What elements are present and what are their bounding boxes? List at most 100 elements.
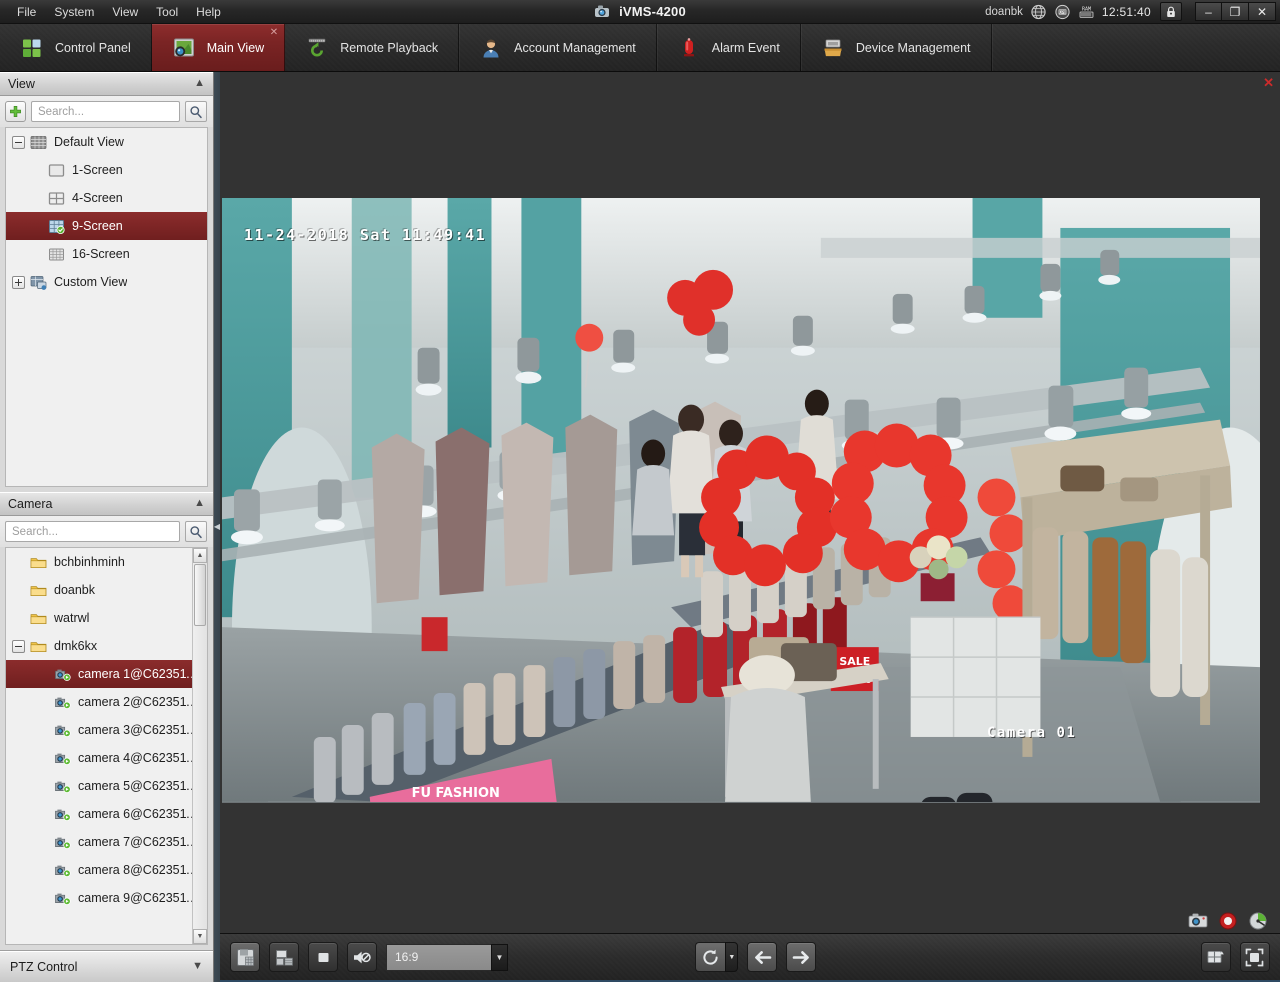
tree-item-custom-view[interactable]: Custom View — [6, 268, 207, 296]
camera-panel-header[interactable]: Camera ▲ — [0, 492, 213, 516]
minimize-button[interactable]: – — [1195, 2, 1222, 21]
chevron-down-icon[interactable]: ▼ — [725, 942, 739, 972]
globe-icon[interactable] — [1030, 4, 1047, 20]
tree-item-9-screen[interactable]: 9-Screen — [6, 212, 207, 240]
next-page-button[interactable] — [786, 942, 817, 972]
auto-switch-button[interactable]: ▼ — [695, 942, 739, 972]
svg-text:FU FASHION: FU FASHION — [412, 786, 500, 801]
tree-item-camera-6[interactable]: camera 6@C623511... — [6, 800, 207, 828]
tree-item-4-screen[interactable]: 4-Screen — [6, 184, 207, 212]
camera-panel-title: Camera — [8, 496, 53, 511]
tree-item-group-bchbinhminh[interactable]: bchbinhminh — [6, 548, 207, 576]
tab-account-management[interactable]: Account Management — [459, 24, 657, 71]
close-icon[interactable]: ✕ — [270, 28, 278, 38]
left-sidebar: View ▲ Search... Default View 1-Screen 4… — [0, 72, 214, 982]
menu-system[interactable]: System — [45, 2, 103, 22]
menu-tool[interactable]: Tool — [147, 2, 187, 22]
tree-item-group-doanbk[interactable]: doanbk — [6, 576, 207, 604]
custom-view-icon — [30, 274, 47, 291]
camera-icon — [54, 890, 71, 907]
tab-remote-playback[interactable]: Remote Playback — [285, 24, 460, 71]
video-window-grid[interactable]: ✕ SALE FU FASHION 11-24-2018 Sat 11:49:4… — [220, 72, 1280, 933]
menu-file[interactable]: File — [8, 2, 45, 22]
save-layout-button[interactable] — [230, 942, 260, 972]
screen-4-icon — [48, 190, 65, 207]
tab-control-panel[interactable]: Control Panel — [0, 24, 152, 71]
restore-button[interactable]: ❐ — [1222, 2, 1249, 21]
tree-item-group-watrwl[interactable]: watrwl — [6, 604, 207, 632]
tree-item-group-dmk6kx[interactable]: dmk6kx — [6, 632, 207, 660]
expander-plus-icon[interactable] — [12, 275, 25, 289]
menu-help[interactable]: Help — [187, 2, 230, 22]
custom-window-button[interactable] — [269, 942, 299, 972]
ram-icon[interactable]: RAM — [1078, 4, 1095, 20]
menu-view[interactable]: View — [103, 2, 147, 22]
expander-minus-icon[interactable] — [12, 135, 25, 149]
magnifier-icon[interactable] — [185, 101, 207, 122]
camera-icon — [54, 694, 71, 711]
tab-main-view[interactable]: Main View ✕ — [151, 24, 286, 71]
tree-item-default-view[interactable]: Default View — [6, 128, 207, 156]
chevron-down-icon[interactable]: ▼ — [491, 943, 508, 971]
control-panel-icon — [20, 36, 44, 60]
window-division-button[interactable] — [1200, 942, 1231, 972]
tree-item-camera-3[interactable]: camera 3@C623511... — [6, 716, 207, 744]
tree-item-camera-1[interactable]: camera 1@C623511... — [6, 660, 207, 688]
camera-icon — [54, 778, 71, 795]
chevron-up-icon[interactable]: ▲ — [194, 498, 205, 509]
tree-item-label: watrwl — [54, 611, 90, 625]
cpu-icon[interactable]: CPU — [1054, 4, 1071, 20]
stop-all-button[interactable] — [308, 942, 338, 972]
camera-list-scrollbar[interactable]: ▲ ▼ — [192, 548, 207, 944]
chevron-up-icon[interactable]: ▲ — [194, 78, 205, 89]
video-stream-image: SALE 50% — [222, 198, 1260, 802]
capture-icon[interactable] — [1188, 911, 1208, 931]
mute-button[interactable] — [347, 942, 377, 972]
scroll-up-arrow-icon[interactable]: ▲ — [193, 548, 207, 563]
tree-item-label: doanbk — [54, 583, 96, 597]
ptz-control-panel-header[interactable]: PTZ Control ▼ — [0, 950, 213, 982]
osd-camera-name: Camera 01 — [987, 725, 1077, 741]
view-search-input[interactable] — [31, 101, 180, 122]
tab-label: Account Management — [514, 40, 636, 55]
tree-item-camera-9[interactable]: camera 9@C623511... — [6, 884, 207, 912]
cell-overlay-toolbar[interactable] — [1188, 911, 1268, 931]
view-panel-header[interactable]: View ▲ — [0, 72, 213, 96]
tree-item-camera-7[interactable]: camera 7@C623511... — [6, 828, 207, 856]
view-panel-title: View — [8, 76, 35, 91]
current-user-label: doanbk — [985, 5, 1023, 18]
auto-switch-icon[interactable] — [695, 942, 726, 972]
lock-icon[interactable] — [1160, 2, 1182, 21]
tree-item-camera-8[interactable]: camera 8@C623511... — [6, 856, 207, 884]
close-view-icon[interactable]: ✕ — [1263, 76, 1274, 89]
camera-tree[interactable]: bchbinhminh doanbk watrwl dmk6kx camera … — [5, 547, 208, 945]
aspect-ratio-value[interactable]: 16:9 — [386, 943, 491, 971]
full-screen-button[interactable] — [1239, 942, 1270, 972]
aspect-ratio-select[interactable]: 16:9 ▼ — [386, 943, 508, 971]
tree-item-camera-2[interactable]: camera 2@C623511... — [6, 688, 207, 716]
expander-minus-icon[interactable] — [12, 639, 25, 653]
scrollbar-thumb[interactable] — [194, 564, 206, 626]
tree-item-16-screen[interactable]: 16-Screen — [6, 240, 207, 268]
tab-alarm-event[interactable]: Alarm Event — [657, 24, 801, 71]
view-tree[interactable]: Default View 1-Screen 4-Screen 9-Screen … — [5, 127, 208, 487]
tree-item-camera-4[interactable]: camera 4@C623511... — [6, 744, 207, 772]
chevron-down-icon[interactable]: ▼ — [192, 961, 203, 972]
tree-item-1-screen[interactable]: 1-Screen — [6, 156, 207, 184]
tab-label: Alarm Event — [711, 40, 780, 55]
record-icon[interactable] — [1218, 911, 1238, 931]
add-view-button[interactable] — [5, 101, 26, 122]
tree-item-label: camera 7@C623511... — [78, 835, 203, 849]
video-cell-camera-01[interactable]: SALE 50% — [222, 198, 1260, 803]
close-button[interactable]: ✕ — [1249, 2, 1276, 21]
camera-logo-icon — [594, 4, 612, 19]
scroll-down-arrow-icon[interactable]: ▼ — [193, 929, 207, 944]
tree-item-label: camera 2@C623511... — [78, 695, 203, 709]
magnifier-icon[interactable] — [185, 521, 207, 542]
previous-page-button[interactable] — [747, 942, 778, 972]
camera-search-input[interactable] — [5, 521, 180, 542]
clock-label: 12:51:40 — [1101, 4, 1151, 19]
playback-icon[interactable] — [1248, 911, 1268, 931]
tree-item-camera-5[interactable]: camera 5@C623511... — [6, 772, 207, 800]
tab-device-management[interactable]: Device Management — [801, 24, 992, 71]
